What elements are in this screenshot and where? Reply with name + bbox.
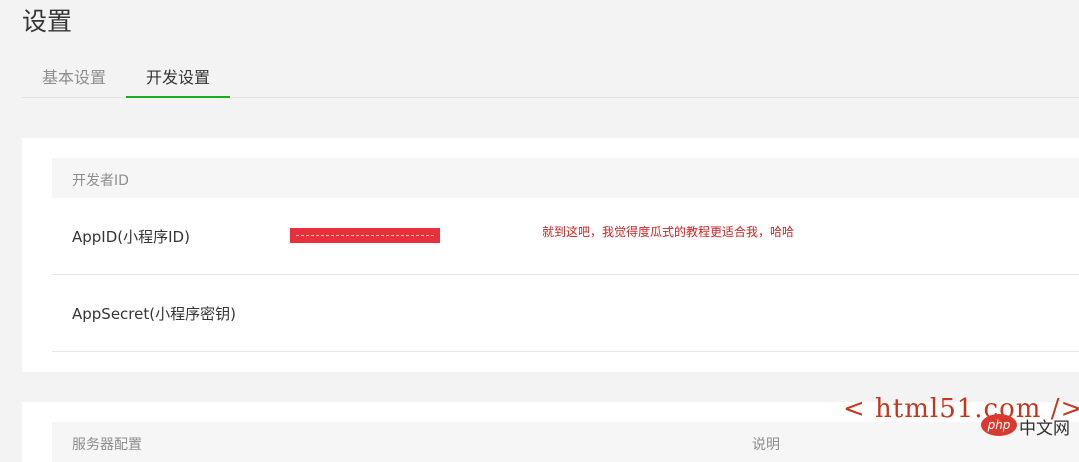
php-cn-text: 中文网 (1019, 419, 1070, 439)
annotation-note: 就到这吧，我觉得度瓜式的教程更适合我，哈哈 (542, 225, 795, 239)
appsecret-label: AppSecret(小程序密钥) (72, 305, 236, 323)
tab-basic-settings[interactable]: 基本设置 (42, 64, 106, 97)
developer-id-header: 开发者ID (52, 158, 1079, 198)
appsecret-row: AppSecret(小程序密钥) (52, 275, 1079, 352)
php-logo-icon: php (981, 414, 1017, 436)
page-title: 设置 (22, 7, 73, 36)
php-cn-watermark: php 中文网 (981, 414, 1079, 442)
appid-label: AppID(小程序ID) (72, 228, 190, 246)
tab-dev-settings[interactable]: 开发设置 (126, 64, 230, 98)
appid-masked-value (290, 228, 440, 243)
settings-tabs: 基本设置 开发设置 (22, 56, 1079, 98)
developer-id-title: 开发者ID (72, 173, 129, 189)
developer-id-card: 开发者ID AppID(小程序ID) 就到这吧，我觉得度瓜式的教程更适合我，哈哈… (22, 138, 1079, 372)
server-config-title: 服务器配置 (72, 437, 142, 453)
server-config-desc-title: 说明 (752, 437, 780, 453)
appid-row: AppID(小程序ID) 就到这吧，我觉得度瓜式的教程更适合我，哈哈 (52, 198, 1079, 275)
server-config-header: 服务器配置 说明 (52, 422, 1079, 462)
